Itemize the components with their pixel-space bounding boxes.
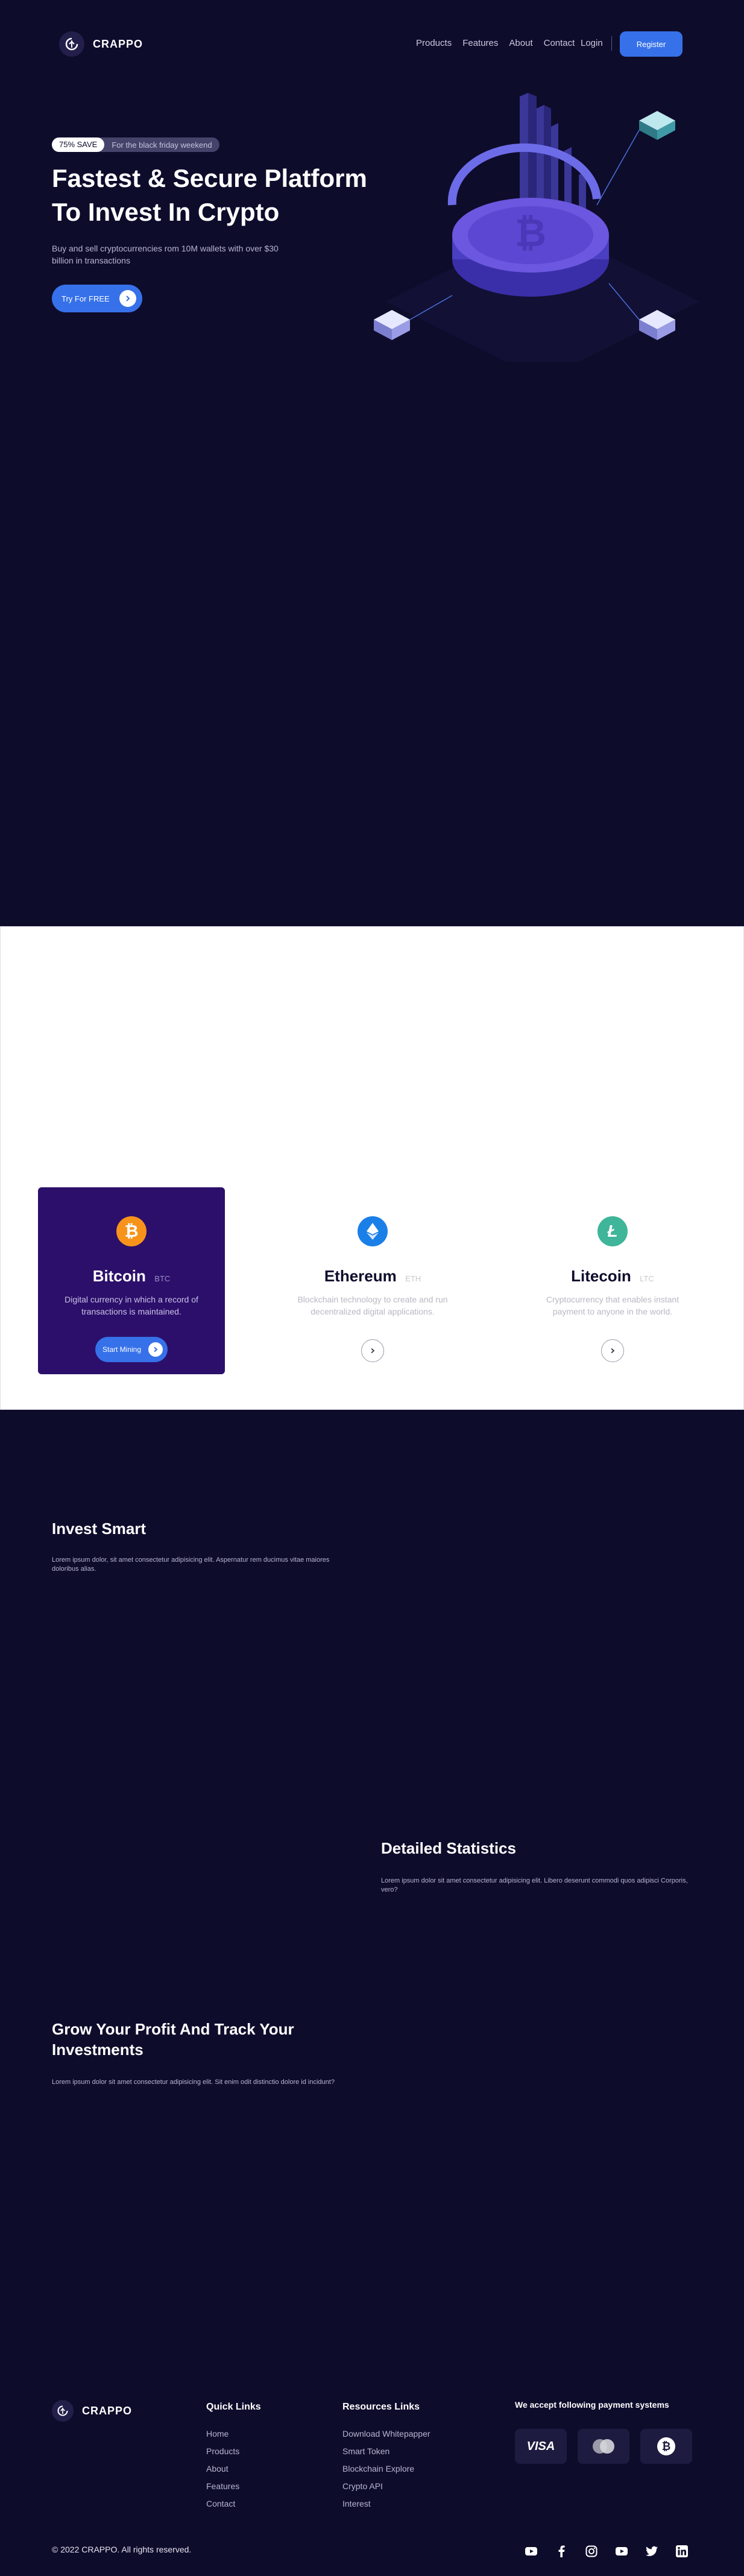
nav-link-products[interactable]: Products bbox=[416, 38, 452, 48]
copyright-text: © 2022 CRAPPO. All rights reserved. bbox=[52, 2545, 192, 2554]
resources-links-list: Download Whitepapper Smart Token Blockch… bbox=[342, 2429, 430, 2516]
coin-name: Litecoin bbox=[571, 1267, 631, 1285]
coin-description: Cryptocurrency that enables instant paym… bbox=[546, 1295, 679, 1316]
brand-logo[interactable]: CRAPPO bbox=[59, 31, 143, 57]
youtube-icon[interactable] bbox=[615, 2545, 628, 2558]
footer-link-interest[interactable]: Interest bbox=[342, 2499, 430, 2516]
visa-card: VISA bbox=[515, 2429, 567, 2464]
hero-title: Fastest & Secure Platform To Invest In C… bbox=[52, 164, 367, 226]
try-free-button[interactable]: Try For FREE bbox=[52, 285, 142, 312]
stats-title: Detailed Statistics bbox=[381, 1839, 516, 1857]
login-link[interactable]: Login bbox=[581, 38, 603, 48]
coin-card-litecoin[interactable]: Ł Litecoin LTC Cryptocurrency that enabl… bbox=[519, 1187, 706, 1374]
start-mining-label: Start Mining bbox=[102, 1345, 142, 1354]
promo-badge-text: For the black friday weekend bbox=[112, 140, 212, 150]
quick-links-list: Home Products About Features Contact bbox=[206, 2429, 239, 2516]
footer-link-home[interactable]: Home bbox=[206, 2429, 239, 2446]
youtube-icon[interactable] bbox=[525, 2545, 538, 2558]
footer-link-crypto-api[interactable]: Crypto API bbox=[342, 2481, 430, 2499]
grow-text: Lorem ipsum dolor sit amet consectetur a… bbox=[52, 2079, 335, 2086]
coin-card-ethereum[interactable]: Ethereum ETH Blockchain technology to cr… bbox=[279, 1187, 466, 1374]
try-free-label: Try For FREE bbox=[61, 294, 110, 303]
footer-link-about[interactable]: About bbox=[206, 2464, 239, 2481]
crappo-logo-icon bbox=[59, 31, 84, 57]
quick-links-title: Quick Links bbox=[206, 2402, 261, 2412]
footer-brand-name: CRAPPO bbox=[82, 2404, 133, 2417]
footer-link-blockchain-explore[interactable]: Blockchain Explore bbox=[342, 2464, 430, 2481]
footer-link-products[interactable]: Products bbox=[206, 2446, 239, 2464]
mastercard-icon bbox=[578, 2429, 629, 2464]
bitcoin-icon: ₿ bbox=[116, 1216, 147, 1246]
nav-divider bbox=[611, 36, 612, 51]
coin-description: Digital currency in which a record of tr… bbox=[65, 1295, 198, 1316]
promo-badge-pill: 75% SAVE bbox=[52, 137, 105, 152]
linkedin-icon[interactable] bbox=[675, 2545, 689, 2558]
arrow-right-icon bbox=[119, 290, 136, 307]
visa-label: VISA bbox=[526, 2439, 555, 2453]
coin-code: LTC bbox=[640, 1274, 654, 1283]
crappo-logo-icon bbox=[52, 2400, 74, 2422]
stats-text: Lorem ipsum dolor sit amet consectetur a… bbox=[381, 1877, 688, 1893]
payment-title: We accept following payment systems bbox=[515, 2400, 669, 2410]
coin-name: Ethereum bbox=[324, 1267, 397, 1285]
footer-link-whitepaper[interactable]: Download Whitepapper bbox=[342, 2429, 430, 2446]
grow-title: Grow Your Profit And Track Your Investme… bbox=[52, 2020, 294, 2059]
coin-name: Bitcoin bbox=[92, 1267, 146, 1285]
instagram-icon[interactable] bbox=[585, 2545, 598, 2558]
invest-title: Invest Smart bbox=[52, 1520, 147, 1538]
hero-crypto-illustration: ₿ bbox=[374, 93, 699, 362]
footer-link-contact[interactable]: Contact bbox=[206, 2499, 239, 2516]
invest-text: Lorem ipsum dolor, sit amet consectetur … bbox=[52, 1556, 330, 1573]
coin-code: BTC bbox=[154, 1274, 171, 1283]
coin-description: Blockchain technology to create and run … bbox=[297, 1295, 448, 1316]
promo-badge: 75% SAVE For the black friday weekend bbox=[52, 137, 219, 152]
footer-link-features[interactable]: Features bbox=[206, 2481, 239, 2499]
footer-brand[interactable]: CRAPPO bbox=[52, 2400, 132, 2422]
resources-links-title: Resources Links bbox=[342, 2402, 420, 2412]
facebook-icon[interactable] bbox=[555, 2545, 568, 2558]
top-navbar: CRAPPO Products Features About Contact L… bbox=[0, 0, 744, 88]
nav-link-contact[interactable]: Contact bbox=[544, 38, 575, 48]
footer-link-smart-token[interactable]: Smart Token bbox=[342, 2446, 430, 2464]
nav-link-about[interactable]: About bbox=[509, 38, 532, 48]
coin-card-bitcoin[interactable]: ₿ Bitcoin BTC Digital currency in which … bbox=[38, 1187, 225, 1374]
arrow-right-icon bbox=[148, 1342, 163, 1357]
hero-subtitle: Buy and sell cryptocurrencies rom 10M wa… bbox=[52, 244, 279, 265]
register-button[interactable]: Register bbox=[620, 31, 683, 57]
svg-text:₿: ₿ bbox=[515, 211, 546, 254]
bitcoin-icon: ₿ bbox=[640, 2429, 692, 2464]
coin-code: ETH bbox=[405, 1274, 421, 1283]
litecoin-icon: Ł bbox=[597, 1216, 628, 1246]
brand-name: CRAPPO bbox=[93, 37, 143, 50]
nav-link-features[interactable]: Features bbox=[462, 38, 498, 48]
twitter-icon[interactable] bbox=[645, 2545, 658, 2558]
ethereum-icon bbox=[358, 1216, 388, 1246]
arrow-right-button[interactable] bbox=[601, 1339, 624, 1362]
crypto-coins-section: ₿ Bitcoin BTC Digital currency in which … bbox=[0, 926, 744, 1410]
nav-links: Products Features About Contact bbox=[416, 38, 585, 48]
start-mining-button[interactable]: Start Mining bbox=[95, 1337, 168, 1362]
arrow-right-button[interactable] bbox=[361, 1339, 384, 1362]
